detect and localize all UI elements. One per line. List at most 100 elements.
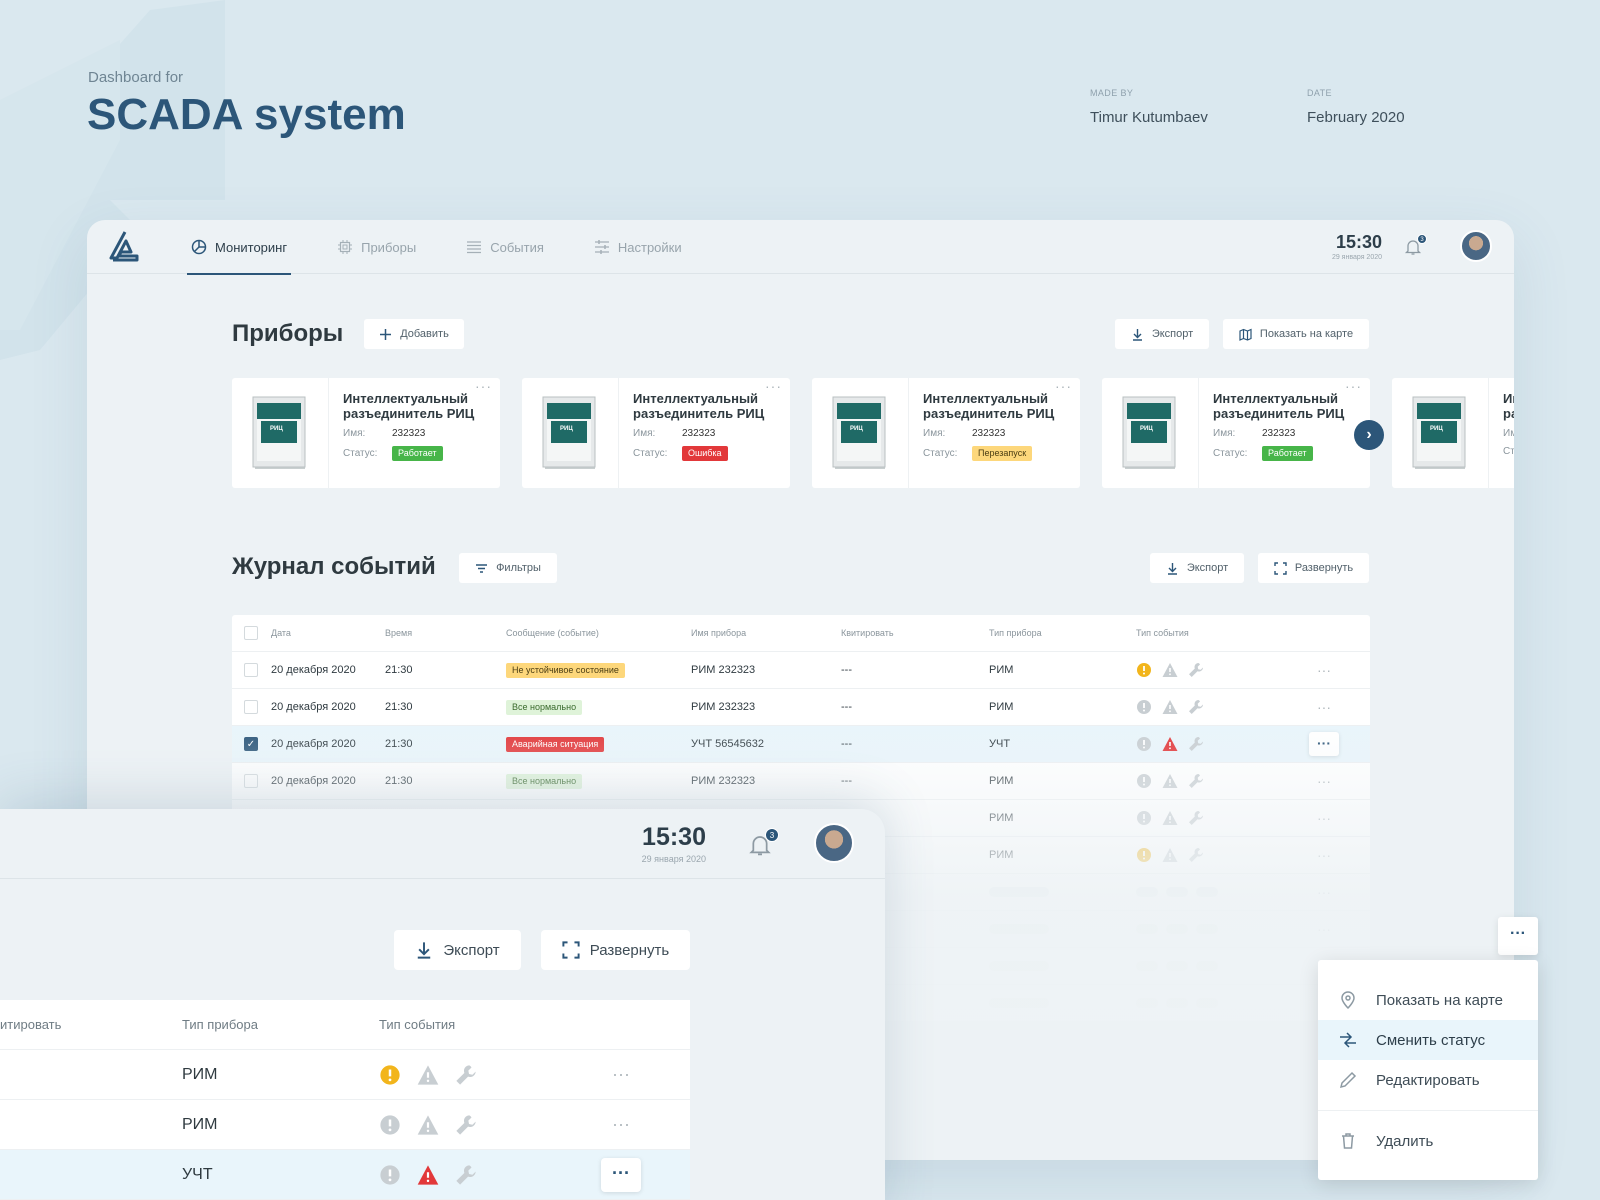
add-device-label: Добавить <box>400 328 449 340</box>
devices-export-label: Экспорт <box>1151 328 1194 340</box>
zoom-notifications-button[interactable]: 3 <box>748 828 779 857</box>
zoom-export-button[interactable]: Экспорт <box>394 930 521 970</box>
device-name: Интеллектуальный разъединитель РИЦ <box>923 391 1055 421</box>
device-box-icon <box>1122 396 1176 469</box>
wrench-icon <box>456 1164 476 1185</box>
expand-button[interactable]: Развернуть <box>1258 553 1369 583</box>
nav-monitoring-label: Мониторинг <box>215 239 288 255</box>
wrench-icon <box>456 1114 476 1135</box>
cell-type: РИМ <box>182 1115 218 1133</box>
device-info: Интеллектуальный разъединитель РИЦ Имя: 23… <box>619 378 790 488</box>
row-actions-button[interactable]: ··· <box>1498 917 1538 955</box>
device-id-row: Имя: <box>1503 428 1514 439</box>
add-device-button[interactable]: Добавить <box>364 319 464 349</box>
device-id-row: Имя: 232323 <box>633 428 776 439</box>
filters-button[interactable]: Фильтры <box>459 553 557 583</box>
alarm-triangle-icon <box>417 1164 439 1185</box>
zoom-event-table: итировать Тип прибора Тип события РИМ ··· РИМ… <box>0 1000 690 1200</box>
card-more-button[interactable]: ··· <box>475 378 492 394</box>
device-card[interactable]: РИЦ Интеллектуальный разъединитель РИЦ Имя… <box>232 378 500 488</box>
warning-circle-icon <box>1137 663 1151 677</box>
nav-events-label: События <box>490 239 544 255</box>
filter-icon <box>476 563 488 573</box>
devices-export-button[interactable]: Экспорт <box>1115 319 1209 349</box>
menu-edit[interactable]: Редактировать <box>1318 1060 1538 1100</box>
made-by-value: Timur Kutumbaev <box>1090 109 1208 126</box>
row-checkbox[interactable] <box>244 663 258 677</box>
row-more-button[interactable]: ··· <box>1309 662 1339 678</box>
download-icon <box>1132 328 1142 341</box>
zoom-table-row[interactable]: УЧТ ··· <box>0 1150 690 1200</box>
card-more-button[interactable]: ··· <box>765 378 782 394</box>
nav-events[interactable]: События <box>462 220 548 274</box>
cell-time: 21:30 <box>385 701 413 713</box>
device-info: Интеллектуальный разъединитель РИЦ Имя: Ст… <box>1489 378 1514 488</box>
device-id-row: Имя: 232323 <box>923 428 1066 439</box>
device-card[interactable]: РИЦ Интеллектуальный разъединитель РИЦ Имя… <box>1102 378 1370 488</box>
monitoring-icon <box>191 239 207 255</box>
device-card[interactable]: РИЦ Интеллектуальный разъединитель РИЦ Имя… <box>522 378 790 488</box>
zoom-table-row[interactable]: РИМ ··· <box>0 1100 690 1150</box>
card-more-button[interactable]: ··· <box>1055 378 1072 394</box>
device-image-label: РИЦ <box>270 426 283 432</box>
table-header-row: Дата Время Сообщение (событие) Имя прибора К… <box>232 615 1370 652</box>
device-box-icon <box>542 396 596 469</box>
card-more-button[interactable]: ··· <box>1345 378 1362 394</box>
device-status-row: Статус: <box>1503 446 1514 457</box>
cell-date: 20 декабря 2020 <box>271 664 356 676</box>
device-box-icon <box>1412 396 1466 469</box>
expand-label: Развернуть <box>1294 562 1354 574</box>
device-card[interactable]: РИЦ Интеллектуальный разъединитель РИЦ Имя… <box>1392 378 1514 488</box>
column-header: Тип события <box>379 1017 456 1032</box>
clock-date: 29 января 2020 <box>1331 254 1382 261</box>
zoom-expand-button[interactable]: Развернуть <box>541 930 690 970</box>
app-logo-icon[interactable] <box>109 230 139 262</box>
device-info: Интеллектуальный разъединитель РИЦ Имя: 23… <box>1199 378 1370 488</box>
device-info: Интеллектуальный разъединитель РИЦ Имя: 23… <box>329 378 500 488</box>
zoom-avatar[interactable] <box>814 823 854 863</box>
device-status-label: Статус: <box>1213 448 1248 459</box>
header-subtitle: Dashboard for <box>88 69 184 86</box>
info-circle-icon <box>380 1114 400 1135</box>
cell-ack: --- <box>841 701 852 713</box>
nav-devices-label: Приборы <box>361 239 417 255</box>
row-checkbox[interactable] <box>244 700 258 714</box>
log-export-button[interactable]: Экспорт <box>1150 553 1244 583</box>
menu-delete[interactable]: Удалить <box>1318 1121 1538 1161</box>
notifications-button[interactable]: 3 <box>1404 234 1427 256</box>
clock: 15:30 29 января 2020 <box>1332 232 1382 261</box>
triangle-icon <box>1162 663 1178 677</box>
row-more-button[interactable]: ··· <box>1309 699 1339 715</box>
device-id: 232323 <box>1262 428 1296 439</box>
date-value: February 2020 <box>1307 109 1405 126</box>
row-more-button[interactable]: ··· <box>601 1114 641 1135</box>
menu-change-status[interactable]: Сменить статус <box>1318 1020 1538 1060</box>
table-row[interactable]: 20 декабря 2020 21:30 Не устойчивое состоя… <box>232 652 1370 689</box>
avatar[interactable] <box>1460 230 1492 262</box>
made-by: MADE BY Timur Kutumbaev <box>1090 88 1208 126</box>
menu-show-on-map-label: Показать на карте <box>1376 991 1504 1009</box>
wrench-icon <box>1189 663 1203 677</box>
select-all-checkbox[interactable] <box>244 626 258 640</box>
message-badge: Все нормально <box>506 699 583 715</box>
next-cards-button[interactable]: › <box>1354 420 1384 450</box>
row-more-button[interactable]: ··· <box>601 1157 641 1192</box>
zoom-table-row[interactable]: РИМ ··· <box>0 1050 690 1100</box>
device-card[interactable]: РИЦ Интеллектуальный разъединитель РИЦ Имя… <box>812 378 1080 488</box>
menu-show-on-map[interactable]: Показать на карте <box>1318 980 1538 1020</box>
nav-monitoring[interactable]: Мониторинг <box>187 220 292 275</box>
device-info: Интеллектуальный разъединитель РИЦ Имя: 23… <box>909 378 1080 488</box>
device-cards: РИЦ Интеллектуальный разъединитель РИЦ Имя… <box>232 378 1514 488</box>
chevron-right-icon: › <box>1366 426 1372 443</box>
pencil-icon <box>1339 1071 1357 1089</box>
zoomed-window: 15:30 29 января 2020 3 Экспорт Развернут… <box>0 809 885 1200</box>
device-image-label: РИЦ <box>1140 426 1153 432</box>
show-on-map-button[interactable]: Показать на карте <box>1223 319 1369 349</box>
device-status-label: Статус: <box>923 448 958 459</box>
nav-devices[interactable]: Приборы <box>333 220 420 274</box>
row-more-button[interactable]: ··· <box>601 1064 641 1085</box>
nav-settings[interactable]: Настройки <box>590 220 686 274</box>
device-id: 232323 <box>682 428 716 439</box>
zoom-clock-date: 29 января 2020 <box>641 854 706 864</box>
list-icon <box>467 241 482 254</box>
